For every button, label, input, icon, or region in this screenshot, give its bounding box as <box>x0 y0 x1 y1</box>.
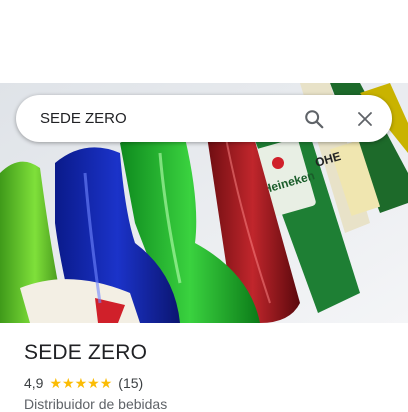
close-icon <box>358 111 372 126</box>
search-input[interactable] <box>40 95 280 142</box>
search-icon <box>305 109 324 128</box>
star-rating: ★ ★ ★ ★ ★ <box>49 376 112 390</box>
search-bar <box>16 95 392 142</box>
clear-search-button[interactable] <box>345 95 385 142</box>
place-details: SEDE ZERO 4,9 ★ ★ ★ ★ ★ (15) Distribuido… <box>0 323 408 412</box>
star-icon: ★ <box>62 375 75 391</box>
place-title: SEDE ZERO <box>24 341 148 364</box>
star-icon: ★ <box>99 375 113 391</box>
place-category[interactable]: Distribuidor de bebidas <box>24 396 167 412</box>
star-icon: ★ <box>74 375 88 391</box>
search-button[interactable] <box>294 95 334 142</box>
star-icon: ★ <box>87 375 100 391</box>
rating-value: 4,9 <box>24 375 44 391</box>
rating-row[interactable]: 4,9 ★ ★ ★ ★ ★ (15) <box>24 375 143 391</box>
star-icon: ★ <box>49 375 63 391</box>
top-blank-area <box>0 0 408 83</box>
review-count[interactable]: (15) <box>118 375 143 391</box>
